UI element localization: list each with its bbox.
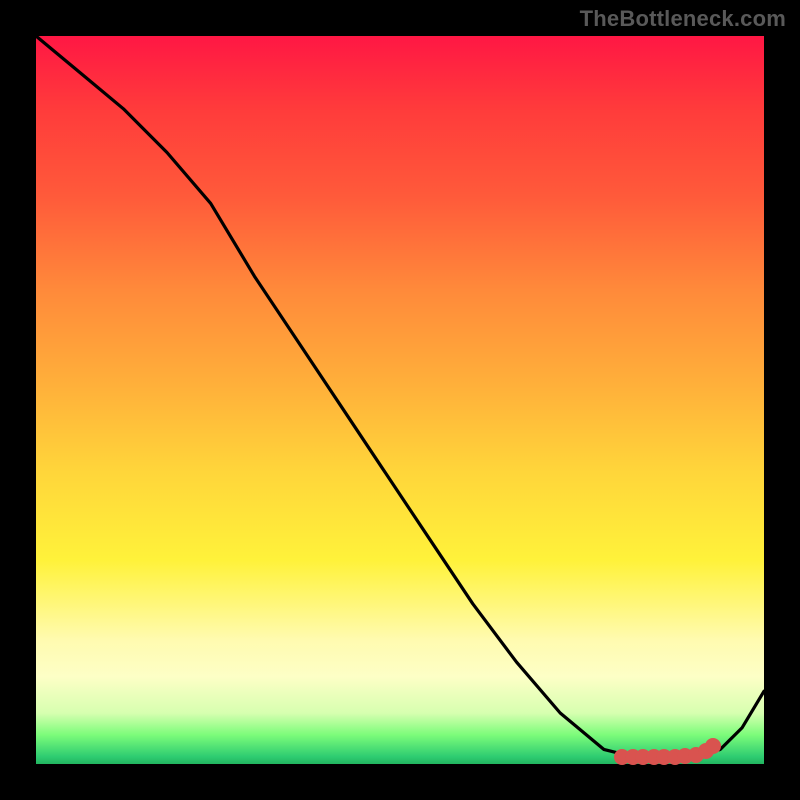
data-marker [705,738,721,754]
watermark-text: TheBottleneck.com [580,6,786,32]
bottleneck-curve [36,36,764,757]
curve-layer [36,36,764,764]
chart-frame: TheBottleneck.com [0,0,800,800]
plot-area [36,36,764,764]
